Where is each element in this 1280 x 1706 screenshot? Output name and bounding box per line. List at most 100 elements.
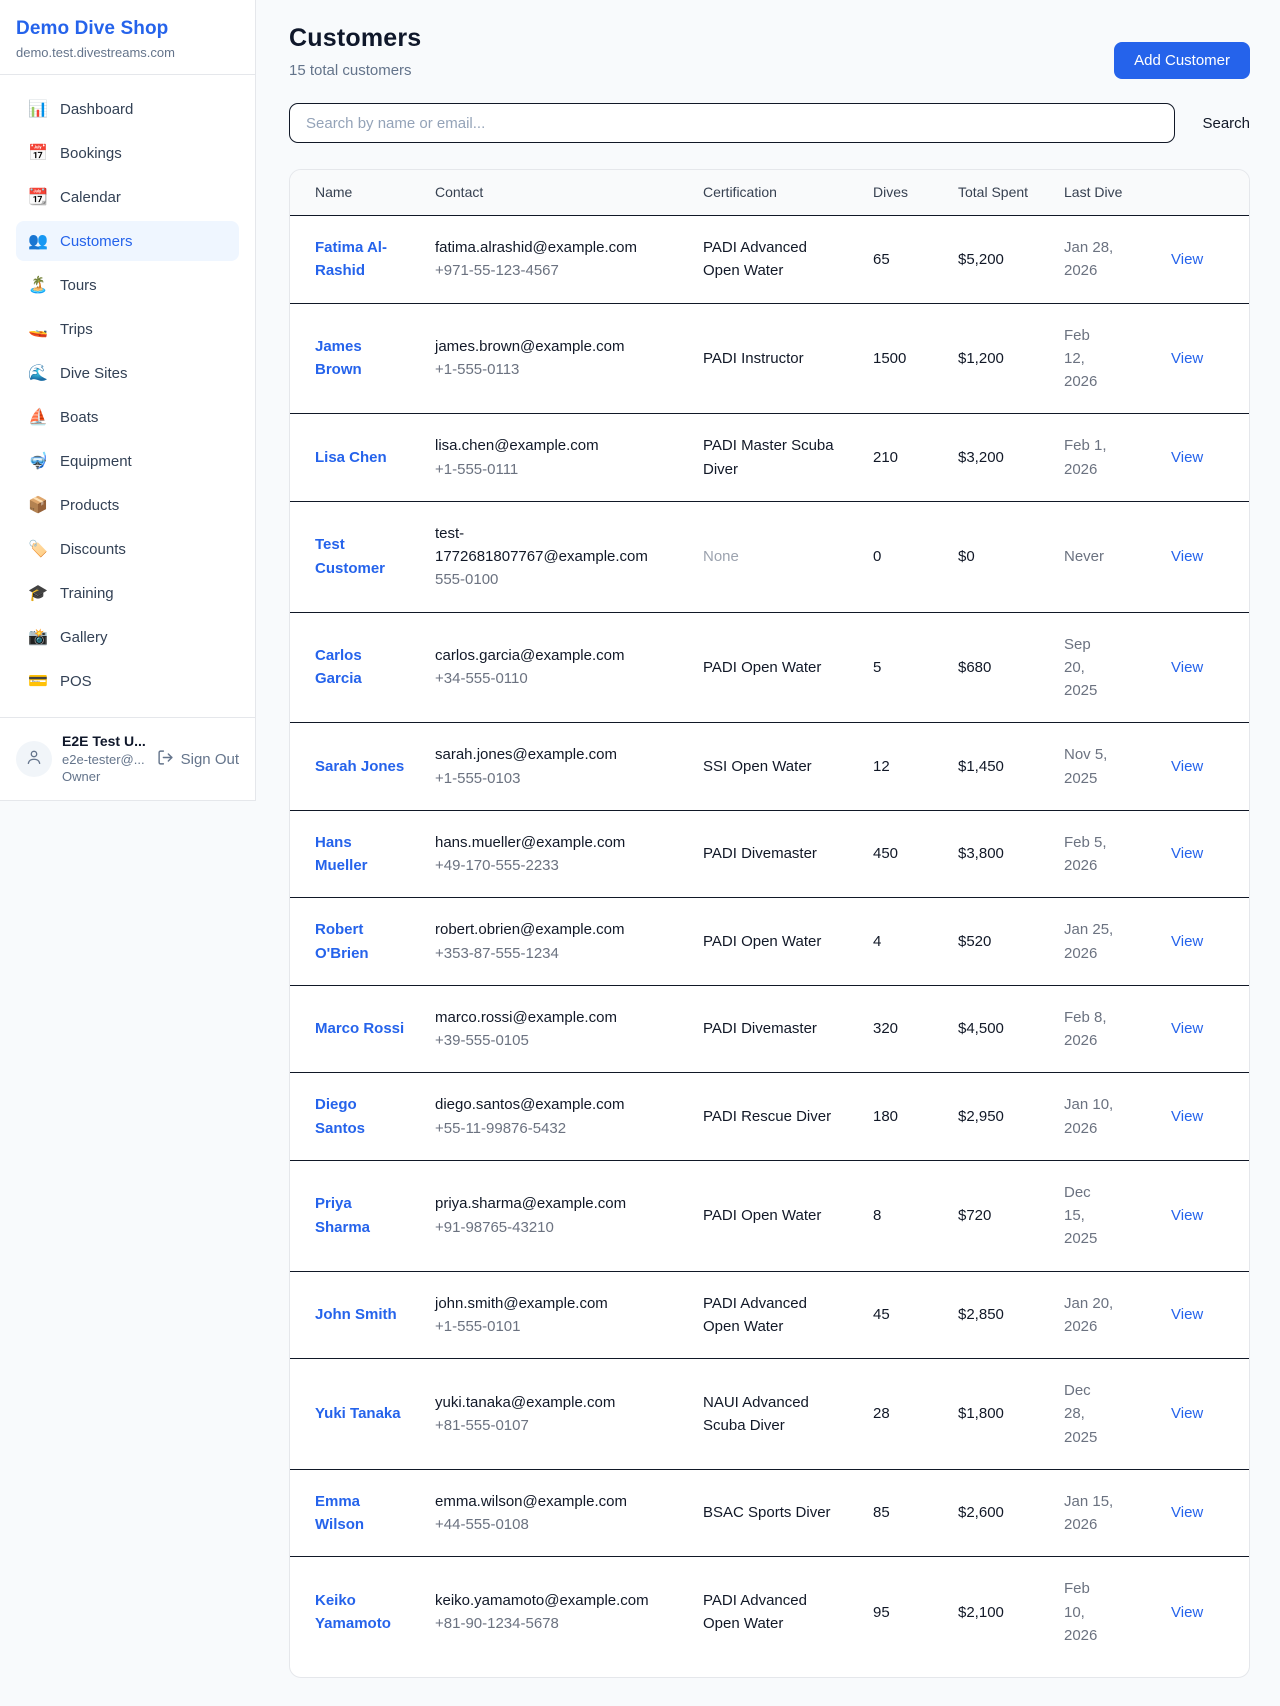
customer-email: emma.wilson@example.com xyxy=(435,1490,675,1513)
view-link[interactable]: View xyxy=(1171,251,1203,268)
customer-name-link[interactable]: Carlos Garcia xyxy=(315,644,407,691)
total-spent-cell: $1,800 xyxy=(958,1382,1064,1445)
sidebar-item-pos[interactable]: 💳 POS xyxy=(16,661,239,701)
certification-cell: BSAC Sports Diver xyxy=(703,1481,863,1544)
view-link[interactable]: View xyxy=(1171,1020,1203,1037)
table-body: Fatima Al-Rashid fatima.alrashid@example… xyxy=(290,216,1249,1667)
add-customer-button[interactable]: Add Customer xyxy=(1114,42,1250,79)
people-icon: 👥 xyxy=(28,231,48,251)
wave-icon: 🌊 xyxy=(28,363,48,383)
sidebar-item-customers[interactable]: 👥 Customers xyxy=(16,221,239,261)
sign-out-button[interactable]: Sign Out xyxy=(157,749,239,770)
last-dive-cell: Sep 20, 2025 xyxy=(1064,613,1142,723)
customer-phone: +55-11-99876-5432 xyxy=(435,1117,675,1140)
view-link[interactable]: View xyxy=(1171,1405,1203,1422)
certification-cell: PADI Master Scuba Diver xyxy=(703,414,863,501)
avatar xyxy=(16,741,52,777)
customer-name-cell: Robert O'Brien xyxy=(290,898,435,985)
table-row: Carlos Garcia carlos.garcia@example.com … xyxy=(290,613,1249,724)
sidebar-item-calendar[interactable]: 📆 Calendar xyxy=(16,177,239,217)
sidebar-item-boats[interactable]: ⛵ Boats xyxy=(16,397,239,437)
customers-table: Name Contact Certification Dives Total S… xyxy=(289,169,1250,1678)
view-link[interactable]: View xyxy=(1171,449,1203,466)
customer-name-link[interactable]: Hans Mueller xyxy=(315,831,407,878)
customer-name-link[interactable]: Emma Wilson xyxy=(315,1490,407,1537)
last-dive-cell: Feb 12, 2026 xyxy=(1064,304,1142,414)
package-icon: 📦 xyxy=(28,495,48,515)
customer-email: marco.rossi@example.com xyxy=(435,1006,675,1029)
total-spent-cell: $720 xyxy=(958,1184,1064,1247)
view-link[interactable]: View xyxy=(1171,845,1203,862)
customer-name-link[interactable]: John Smith xyxy=(315,1303,397,1326)
view-link[interactable]: View xyxy=(1171,1504,1203,1521)
customer-name-link[interactable]: Sarah Jones xyxy=(315,755,404,778)
sidebar-item-equipment[interactable]: 🤿 Equipment xyxy=(16,441,239,481)
customer-name-cell: Lisa Chen xyxy=(290,426,435,489)
customer-name-link[interactable]: Diego Santos xyxy=(315,1093,407,1140)
customer-name-link[interactable]: Yuki Tanaka xyxy=(315,1402,401,1425)
customer-phone: +81-555-0107 xyxy=(435,1414,675,1437)
dives-cell: 4 xyxy=(873,910,958,973)
sidebar-item-dashboard[interactable]: 📊 Dashboard xyxy=(16,89,239,129)
main-content: Customers 15 total customers Add Custome… xyxy=(256,0,1280,1706)
table-row: Hans Mueller hans.mueller@example.com +4… xyxy=(290,811,1249,899)
dives-cell: 1500 xyxy=(873,327,958,390)
speedboat-icon: 🚤 xyxy=(28,319,48,339)
view-link[interactable]: View xyxy=(1171,1306,1203,1323)
view-link[interactable]: View xyxy=(1171,659,1203,676)
column-header-total-spent: Total Spent xyxy=(958,170,1064,215)
last-dive-cell: Never xyxy=(1064,525,1142,588)
view-link[interactable]: View xyxy=(1171,350,1203,367)
dives-cell: 210 xyxy=(873,426,958,489)
search-button[interactable]: Search xyxy=(1202,107,1250,140)
view-link[interactable]: View xyxy=(1171,758,1203,775)
view-cell: View xyxy=(1171,1481,1249,1544)
tag-icon: 🏷️ xyxy=(28,539,48,559)
last-dive-cell: Feb 1, 2026 xyxy=(1064,414,1142,501)
sidebar-item-label: Discounts xyxy=(60,541,126,558)
certification-cell: PADI Open Water xyxy=(703,910,863,973)
sidebar-item-training[interactable]: 🎓 Training xyxy=(16,573,239,613)
column-header-actions xyxy=(1171,181,1249,205)
sidebar-item-products[interactable]: 📦 Products xyxy=(16,485,239,525)
view-link[interactable]: View xyxy=(1171,933,1203,950)
sidebar-item-trips[interactable]: 🚤 Trips xyxy=(16,309,239,349)
customer-name-cell: Keiko Yamamoto xyxy=(290,1569,435,1656)
customer-name-link[interactable]: Marco Rossi xyxy=(315,1017,404,1040)
last-dive-cell: Feb 5, 2026 xyxy=(1064,811,1142,898)
customer-name-link[interactable]: Fatima Al-Rashid xyxy=(315,236,407,283)
customer-name-cell: Fatima Al-Rashid xyxy=(290,216,435,303)
customer-phone: +81-90-1234-5678 xyxy=(435,1612,675,1635)
customer-phone: +1-555-0111 xyxy=(435,458,675,481)
page-title-block: Customers 15 total customers xyxy=(289,24,421,79)
customer-phone: +1-555-0103 xyxy=(435,767,675,790)
last-dive-cell: Jan 10, 2026 xyxy=(1064,1073,1142,1160)
view-link[interactable]: View xyxy=(1171,1604,1203,1621)
contact-cell: diego.santos@example.com +55-11-99876-54… xyxy=(435,1073,703,1160)
customer-name-link[interactable]: Robert O'Brien xyxy=(315,918,407,965)
customer-phone: +971-55-123-4567 xyxy=(435,259,675,282)
column-header-name: Name xyxy=(290,170,435,215)
view-link[interactable]: View xyxy=(1171,1207,1203,1224)
sidebar-item-tours[interactable]: 🏝️ Tours xyxy=(16,265,239,305)
sign-out-icon xyxy=(157,749,174,770)
view-link[interactable]: View xyxy=(1171,548,1203,565)
sidebar-item-dive-sites[interactable]: 🌊 Dive Sites xyxy=(16,353,239,393)
sidebar-item-discounts[interactable]: 🏷️ Discounts xyxy=(16,529,239,569)
last-dive-cell: Feb 10, 2026 xyxy=(1064,1557,1142,1667)
customer-name-link[interactable]: Priya Sharma xyxy=(315,1192,407,1239)
customer-name-link[interactable]: Lisa Chen xyxy=(315,446,387,469)
sign-out-label: Sign Out xyxy=(181,751,239,768)
customer-name-link[interactable]: James Brown xyxy=(315,335,407,382)
customer-phone: +39-555-0105 xyxy=(435,1029,675,1052)
customer-name-link[interactable]: Test Customer xyxy=(315,533,407,580)
view-link[interactable]: View xyxy=(1171,1108,1203,1125)
dives-cell: 5 xyxy=(873,636,958,699)
sidebar-item-label: Trips xyxy=(60,321,93,338)
customer-email: lisa.chen@example.com xyxy=(435,434,675,457)
sidebar-item-bookings[interactable]: 📅 Bookings xyxy=(16,133,239,173)
sidebar-item-gallery[interactable]: 📸 Gallery xyxy=(16,617,239,657)
contact-cell: emma.wilson@example.com +44-555-0108 xyxy=(435,1470,703,1557)
customer-name-link[interactable]: Keiko Yamamoto xyxy=(315,1589,407,1636)
search-input[interactable] xyxy=(289,103,1175,143)
